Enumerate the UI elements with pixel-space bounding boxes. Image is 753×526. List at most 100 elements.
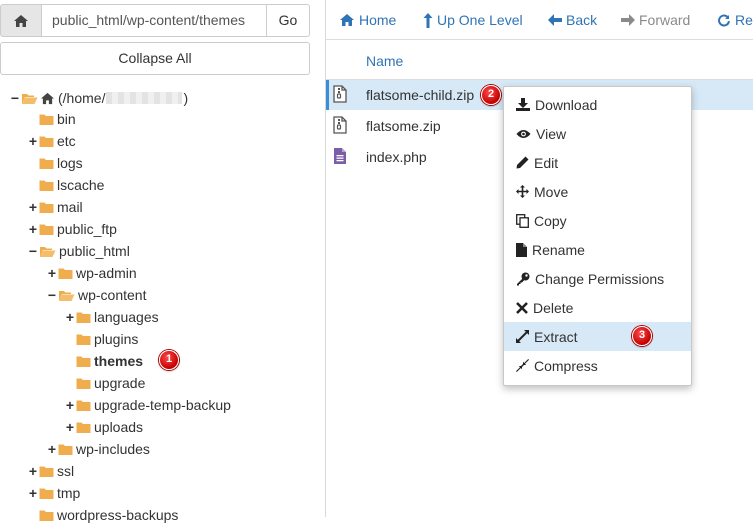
tree-item-upgrade[interactable]: upgrade	[64, 372, 145, 394]
go-button[interactable]: Go	[266, 4, 310, 37]
folder-icon	[39, 202, 54, 213]
expand-toggle[interactable]: +	[27, 485, 39, 501]
name-column-header[interactable]: Name	[366, 41, 403, 81]
menu-item-compress[interactable]: Compress	[504, 351, 691, 380]
home-button[interactable]: Home	[339, 0, 396, 40]
tree-item-upgrade-temp-backup[interactable]: + upgrade-temp-backup	[64, 394, 231, 416]
tree-item-logs[interactable]: logs	[27, 152, 83, 174]
folder-icon	[39, 488, 54, 499]
file-table-header: Name	[326, 41, 753, 80]
menu-item-view[interactable]: View	[504, 119, 691, 148]
tree-item-plugins[interactable]: plugins	[64, 328, 138, 350]
home-icon	[41, 92, 54, 104]
step-badge-1: 1	[159, 350, 179, 370]
step-badge-2: 2	[481, 85, 501, 105]
tree-item-label: wp-content	[78, 287, 147, 303]
folder-open-icon	[40, 246, 56, 257]
folder-icon	[76, 400, 91, 411]
collapse-toggle[interactable]: −	[27, 243, 39, 259]
zip-file-icon	[333, 116, 347, 134]
home-icon	[14, 14, 28, 27]
reload-button[interactable]: Re	[717, 0, 753, 40]
expand-toggle[interactable]: +	[64, 309, 76, 325]
menu-item-delete[interactable]: Delete	[504, 293, 691, 322]
file-name: flatsome-child.zip	[366, 87, 475, 103]
tree-item-themes[interactable]: themes	[64, 350, 143, 372]
folder-icon	[76, 356, 91, 367]
context-menu: Download View Edit Move Copy Rename Chan…	[503, 86, 692, 386]
folder-icon	[39, 466, 54, 477]
tree-item-bin[interactable]: bin	[27, 108, 76, 130]
tree-item-public-html[interactable]: − public_html	[27, 240, 130, 262]
expand-toggle[interactable]: +	[27, 221, 39, 237]
expand-toggle[interactable]: +	[27, 199, 39, 215]
tree-root[interactable]: − (/home/ )	[9, 87, 188, 109]
php-file-icon	[334, 148, 346, 164]
menu-item-move[interactable]: Move	[504, 177, 691, 206]
menu-item-copy[interactable]: Copy	[504, 206, 691, 235]
menu-item-edit[interactable]: Edit	[504, 148, 691, 177]
forward-button[interactable]: Forward	[621, 0, 690, 40]
home-path-button[interactable]	[0, 4, 42, 37]
up-one-level-button[interactable]: Up One Level	[423, 0, 523, 40]
tree-item-label: themes	[94, 353, 144, 369]
path-input[interactable]: public_html/wp-content/themes	[41, 4, 267, 37]
menu-item-download[interactable]: Download	[504, 90, 691, 119]
tree-item-lscache[interactable]: lscache	[27, 174, 104, 196]
tree-item-label: etc	[57, 133, 76, 149]
folder-icon	[76, 334, 91, 345]
tree-item-label: mail	[57, 199, 83, 215]
tree-item-label: languages	[94, 309, 159, 325]
arrow-left-icon	[548, 14, 562, 26]
tree-item-mail[interactable]: + mail	[27, 196, 83, 218]
expand-toggle[interactable]: +	[64, 419, 76, 435]
folder-icon	[39, 136, 54, 147]
tree-root-label: (/home/	[58, 90, 106, 106]
tree-item-tmp[interactable]: + tmp	[27, 482, 80, 504]
tree-item-wordpress-backups[interactable]: wordpress-backups	[27, 504, 178, 526]
tree-item-wp-admin[interactable]: + wp-admin	[46, 262, 137, 284]
folder-icon	[39, 510, 54, 521]
expand-toggle[interactable]: +	[64, 397, 76, 413]
file-name: index.php	[366, 149, 427, 165]
menu-item-extract[interactable]: Extract	[504, 322, 691, 351]
expand-toggle[interactable]: +	[46, 265, 58, 281]
arrow-right-icon	[621, 14, 635, 26]
tree-item-label: ssl	[57, 463, 75, 479]
collapse-toggle[interactable]: −	[9, 90, 21, 106]
expand-toggle[interactable]: +	[27, 463, 39, 479]
zip-file-icon	[333, 85, 347, 103]
pencil-icon	[516, 156, 529, 169]
step-badge-3: 3	[632, 326, 652, 346]
tree-item-label: wp-includes	[76, 441, 150, 457]
folder-icon	[39, 114, 54, 125]
tree-item-ssl[interactable]: + ssl	[27, 460, 74, 482]
tree-item-wp-content[interactable]: − wp-content	[46, 284, 147, 306]
copy-icon	[516, 213, 529, 228]
tree-item-wp-includes[interactable]: + wp-includes	[46, 438, 150, 460]
tree-item-label: uploads	[94, 419, 144, 435]
move-arrows-icon	[516, 185, 529, 198]
menu-item-change-permissions[interactable]: Change Permissions	[504, 264, 691, 293]
folder-open-icon	[59, 290, 75, 301]
tree-item-uploads[interactable]: + uploads	[64, 416, 143, 438]
tree-item-label: logs	[57, 155, 83, 171]
back-button[interactable]: Back	[548, 0, 597, 40]
folder-open-icon	[22, 93, 38, 104]
key-icon	[517, 272, 530, 285]
path-bar: public_html/wp-content/themes Go	[0, 4, 310, 37]
menu-item-rename[interactable]: Rename	[504, 235, 691, 264]
tree-item-etc[interactable]: + etc	[27, 130, 76, 152]
folder-icon	[58, 268, 73, 279]
expand-toggle[interactable]: +	[46, 441, 58, 457]
download-icon	[516, 98, 530, 111]
redacted-username	[106, 92, 183, 104]
folder-icon	[76, 378, 91, 389]
tree-item-label: wordpress-backups	[57, 507, 179, 523]
expand-toggle[interactable]: +	[27, 133, 39, 149]
tree-item-languages[interactable]: + languages	[64, 306, 159, 328]
collapse-all-button[interactable]: Collapse All	[0, 42, 310, 75]
collapse-toggle[interactable]: −	[46, 287, 58, 303]
tree-item-public-ftp[interactable]: + public_ftp	[27, 218, 117, 240]
tree-item-label: public_html	[59, 243, 130, 259]
